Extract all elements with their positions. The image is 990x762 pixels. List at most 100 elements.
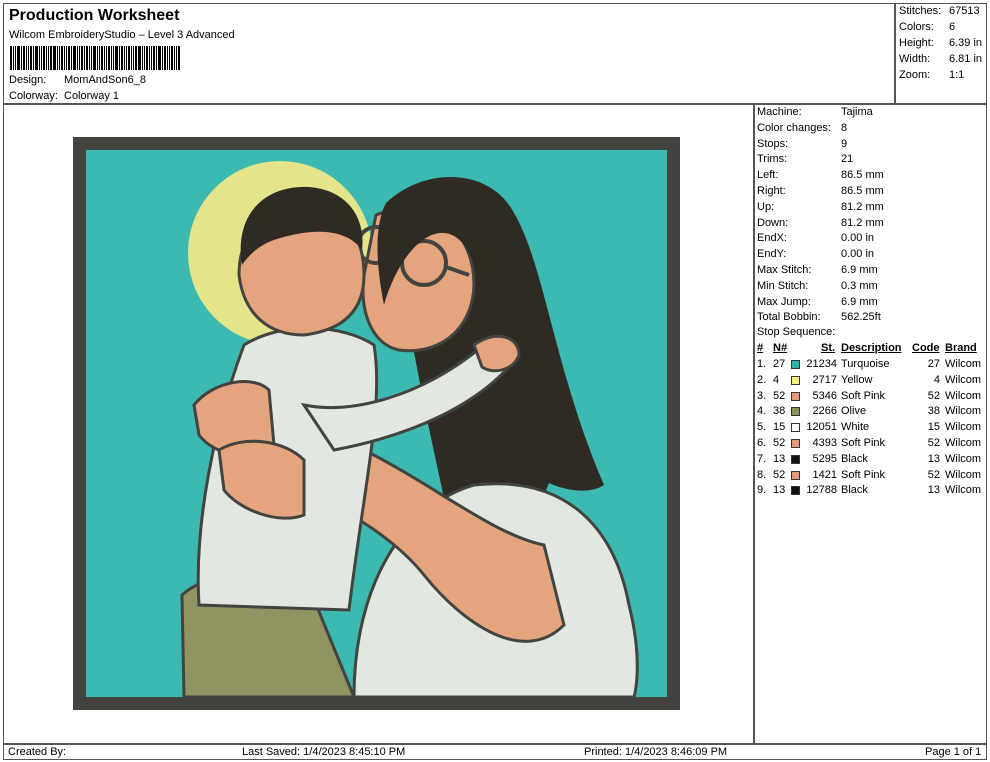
barcode-bar <box>13 46 14 70</box>
stop-needle: 52 <box>773 468 786 481</box>
barcode-bar <box>156 46 157 70</box>
barcode-bar <box>61 46 63 70</box>
stop-number: 1. <box>757 358 767 370</box>
barcode-bar <box>101 46 103 70</box>
barcode-bar <box>23 46 25 70</box>
barcode-bar <box>73 46 76 70</box>
detail-label: Down: <box>757 216 789 229</box>
stop-code: 52 <box>927 389 940 402</box>
color-swatch <box>791 360 800 369</box>
stop-description: Soft Pink <box>841 437 886 449</box>
stop-row: 7. 13 5295 Black 13 Wilcom <box>757 453 987 469</box>
color-swatch <box>791 423 800 433</box>
detail-row: Right: 86.5 mm <box>757 185 985 201</box>
detail-label: Left: <box>757 169 779 182</box>
summary-value: 6.81 in <box>949 53 983 65</box>
stop-row: 6. 52 4393 Soft Pink 52 Wilcom <box>757 437 987 453</box>
color-swatch <box>791 454 800 464</box>
detail-row: Max Jump: 6.9 mm <box>757 296 985 312</box>
detail-value: 86.5 mm <box>841 185 884 197</box>
detail-value: 81.2 mm <box>841 216 884 229</box>
barcode-bar <box>167 46 168 70</box>
barcode-bar <box>149 46 150 70</box>
detail-label: Max Jump: <box>757 295 811 308</box>
detail-label: Stops: <box>757 137 789 150</box>
barcode-bar <box>151 46 152 70</box>
stop-brand: Wilcom <box>945 421 982 434</box>
col-needle: N# <box>773 342 788 354</box>
detail-label: EndY: <box>757 248 787 261</box>
last-saved: Last Saved: 1/4/2023 8:45:10 PM <box>242 746 406 758</box>
color-swatch <box>791 407 800 417</box>
barcode-bar <box>138 46 141 70</box>
barcode-bar <box>126 46 127 70</box>
boy-hand <box>472 334 521 373</box>
color-swatch <box>791 391 800 401</box>
stop-code: 38 <box>927 405 940 418</box>
stop-brand: Wilcom <box>945 437 982 449</box>
detail-label: Color changes: <box>757 121 831 134</box>
stop-brand: Wilcom <box>945 484 982 497</box>
colorway-label: Colorway: <box>9 90 58 102</box>
stop-table-header: # N# St. Description Code Brand <box>757 342 987 356</box>
stop-description: Yellow <box>841 373 873 386</box>
stop-brand: Wilcom <box>945 358 982 370</box>
detail-value: 0.3 mm <box>841 279 878 292</box>
stop-row: 4. 38 2266 Olive 38 Wilcom <box>757 405 987 421</box>
barcode-bar <box>53 46 56 70</box>
stop-needle: 52 <box>773 389 786 402</box>
stop-brand: Wilcom <box>945 389 982 402</box>
software-name: Wilcom EmbroideryStudio – Level 3 Advanc… <box>9 29 235 41</box>
stop-stitches: 4393 <box>812 437 837 449</box>
barcode-bar <box>86 46 88 70</box>
barcode-bar <box>17 46 20 70</box>
detail-row: Total Bobbin: 562.25ft <box>757 311 985 327</box>
detail-row: Machine: Tajima <box>757 106 985 122</box>
detail-label: Machine: <box>757 106 802 118</box>
barcode-bar <box>41 46 42 70</box>
stop-description: White <box>841 421 870 434</box>
stop-description: Soft Pink <box>841 468 886 481</box>
barcode-bar <box>153 46 155 70</box>
summary-value: 1:1 <box>949 69 965 81</box>
summary-panel: Stitches: 67513 Colors: 6 Height: 6.39 in W… <box>895 3 987 104</box>
barcode-bar <box>174 46 175 70</box>
stop-description: Black <box>841 484 868 497</box>
col-num: # <box>757 342 764 354</box>
stop-stitches: 21234 <box>806 358 837 370</box>
detail-row: Down: 81.2 mm <box>757 217 985 233</box>
barcode-bar <box>64 46 65 70</box>
stop-row: 9. 13 12788 Black 13 Wilcom <box>757 484 987 500</box>
stop-number: 2. <box>757 373 767 386</box>
barcode-bar <box>124 46 125 70</box>
barcode-bar <box>121 46 123 70</box>
summary-label: Width: <box>899 53 931 65</box>
summary-value: 6 <box>949 21 956 33</box>
barcode-bar <box>169 46 170 70</box>
stop-needle: 13 <box>773 452 786 465</box>
detail-value: 0.00 in <box>841 232 875 245</box>
barcode-bar <box>77 46 78 70</box>
detail-value: 0.00 in <box>841 248 875 261</box>
stop-brand: Wilcom <box>945 452 982 465</box>
stop-brand: Wilcom <box>945 373 982 386</box>
stop-needle: 4 <box>773 373 780 386</box>
barcode-bar <box>178 46 180 70</box>
worksheet-header: Production Worksheet Wilcom EmbroiderySt… <box>3 3 895 104</box>
summary-label: Stitches: <box>899 5 942 17</box>
detail-row: EndY: 0.00 in <box>757 248 985 264</box>
barcode-bar <box>164 46 166 70</box>
barcode-bar <box>15 46 16 70</box>
barcode-bar <box>71 46 72 70</box>
barcode-bar <box>144 46 145 70</box>
design-label: Design: <box>9 74 47 86</box>
detail-label: Min Stitch: <box>757 279 809 292</box>
stop-code: 15 <box>927 421 940 434</box>
detail-row: Color changes: 8 <box>757 122 985 138</box>
detail-value: 562.25ft <box>841 311 881 324</box>
barcode-bar <box>119 46 120 70</box>
barcode-bar <box>93 46 96 70</box>
barcode-bar <box>97 46 98 70</box>
barcode-bar <box>158 46 161 70</box>
barcode-bar <box>81 46 83 70</box>
